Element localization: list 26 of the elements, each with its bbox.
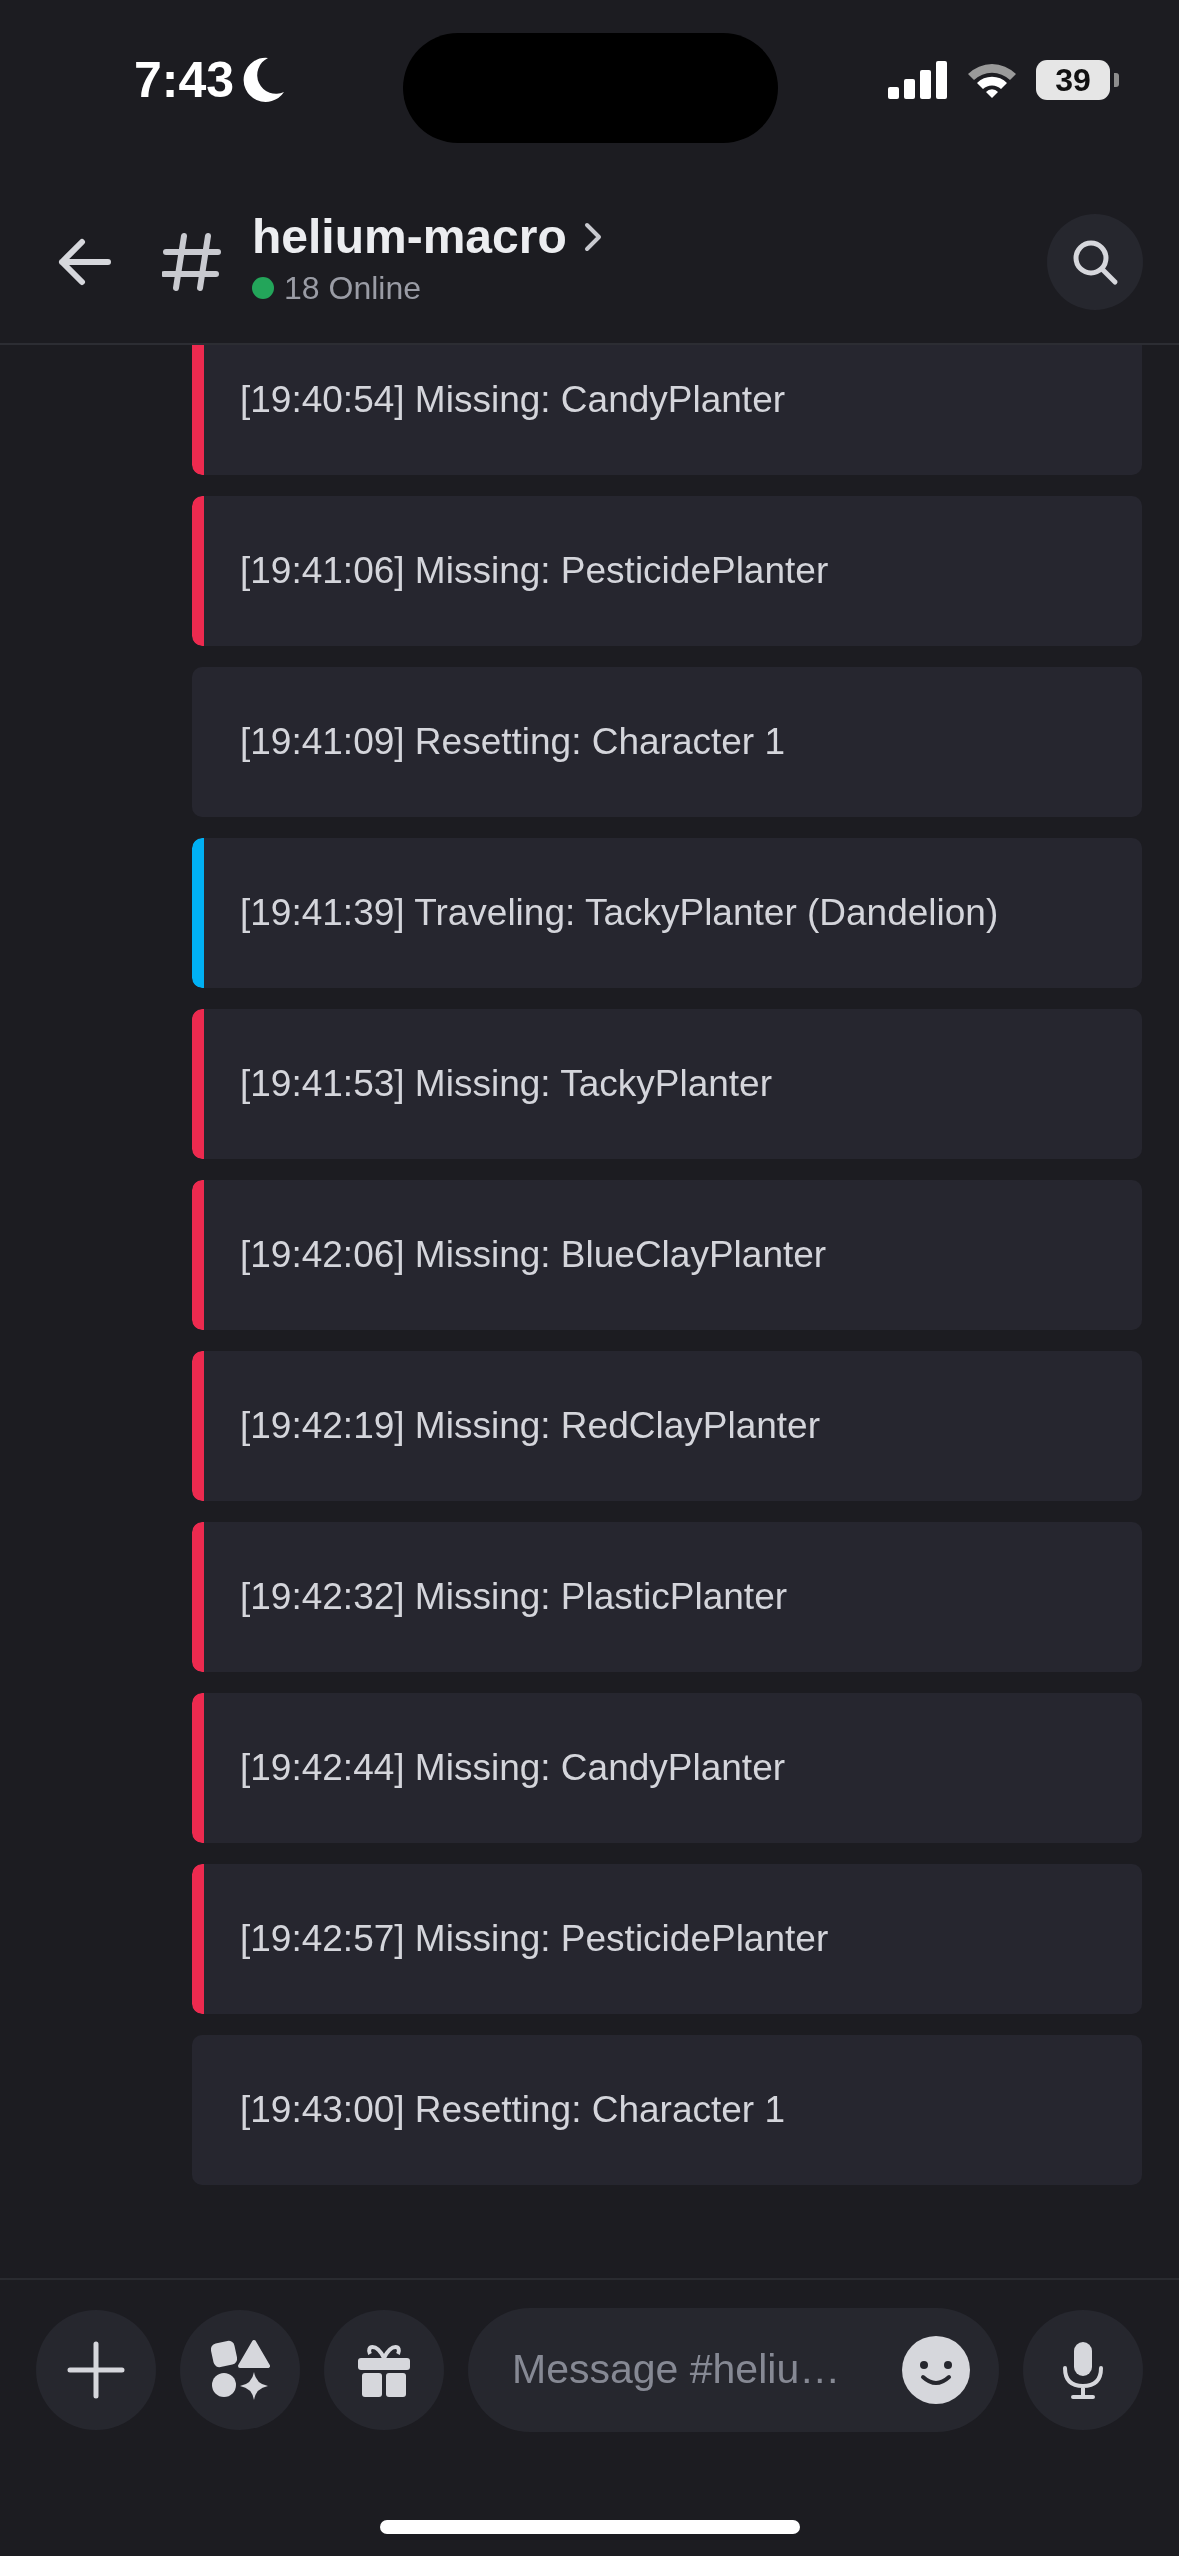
embed-text: [19:41:53] Missing: TackyPlanter	[240, 1062, 772, 1107]
embed-text: [19:42:19] Missing: RedClayPlanter	[240, 1404, 820, 1449]
battery-indicator: 39	[1036, 60, 1110, 100]
moon-icon	[242, 56, 287, 104]
embed-text: [19:41:06] Missing: PesticidePlanter	[240, 549, 829, 594]
embed-text: [19:42:57] Missing: PesticidePlanter	[240, 1917, 829, 1962]
embed-text: [19:42:06] Missing: BlueClayPlanter	[240, 1233, 827, 1278]
embed-text: [19:41:39] Traveling: TackyPlanter (Dandelion)	[240, 891, 999, 936]
embed-text: [19:42:32] Missing: PlasticPlanter	[240, 1575, 788, 1620]
embed-text: [19:43:00] Resetting: Character 1	[240, 2088, 786, 2133]
embed-text: [19:40:54] Missing: CandyPlanter	[240, 378, 786, 423]
wifi-icon	[966, 61, 1018, 99]
signal-icon	[888, 61, 948, 99]
back-arrow-icon[interactable]	[56, 237, 112, 286]
status-time: 7:43	[134, 50, 235, 110]
embed-text: [19:42:44] Missing: CandyPlanter	[240, 1746, 786, 1791]
channel-title: helium-macro	[252, 211, 567, 264]
message-input[interactable]: Message #heliu…	[510, 2338, 901, 2402]
emoji-button[interactable]	[901, 2335, 971, 2405]
hash-icon	[162, 231, 222, 292]
online-dot	[252, 276, 274, 299]
message-field[interactable]: Message #heliu…	[468, 2308, 999, 2432]
chevron-right-icon	[582, 221, 603, 254]
online-count: 18 Online	[284, 268, 421, 308]
embed-text: [19:41:09] Resetting: Character 1	[240, 720, 786, 765]
battery-cap-icon	[1114, 73, 1119, 87]
